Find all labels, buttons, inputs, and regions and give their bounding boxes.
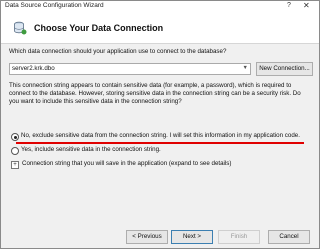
radio-button-selected[interactable]: [11, 133, 19, 141]
connection-dropdown-value: server2.krk.dbo: [12, 65, 55, 72]
wizard-header: Choose Your Data Connection: [1, 15, 319, 44]
help-icon[interactable]: ?: [287, 2, 291, 9]
expand-icon[interactable]: +: [11, 161, 19, 169]
page-title: Choose Your Data Connection: [34, 23, 164, 33]
radio-exclude-label: No, exclude sensitive data from the conn…: [21, 132, 300, 139]
connection-string-expander-label[interactable]: Connection string that you will save in …: [22, 160, 231, 167]
window-title: Data Source Configuration Wizard: [5, 2, 104, 9]
finish-button[interactable]: Finish: [218, 230, 260, 244]
database-connection-icon: [14, 21, 27, 35]
chevron-down-icon: ▼: [242, 65, 248, 71]
radio-button-unselected[interactable]: [11, 147, 19, 155]
cancel-button[interactable]: Cancel: [268, 230, 310, 244]
red-underline-annotation: [16, 142, 304, 144]
wizard-footer: < Previous Next > Finish Cancel: [1, 226, 319, 248]
connection-question: Which data connection should your applic…: [9, 48, 227, 55]
wizard-window: Data Source Configuration Wizard ? ✕ Cho…: [0, 0, 320, 249]
sensitive-data-warning: This connection string appears to contai…: [9, 82, 301, 105]
close-icon[interactable]: ✕: [303, 1, 310, 10]
radio-include-label: Yes, include sensitive data in the conne…: [21, 146, 161, 153]
previous-button[interactable]: < Previous: [126, 230, 168, 244]
next-button[interactable]: Next >: [171, 230, 213, 244]
new-connection-button[interactable]: New Connection...: [256, 62, 313, 76]
connection-dropdown[interactable]: server2.krk.dbo ▼: [9, 63, 251, 75]
title-bar: Data Source Configuration Wizard ? ✕: [1, 1, 319, 15]
